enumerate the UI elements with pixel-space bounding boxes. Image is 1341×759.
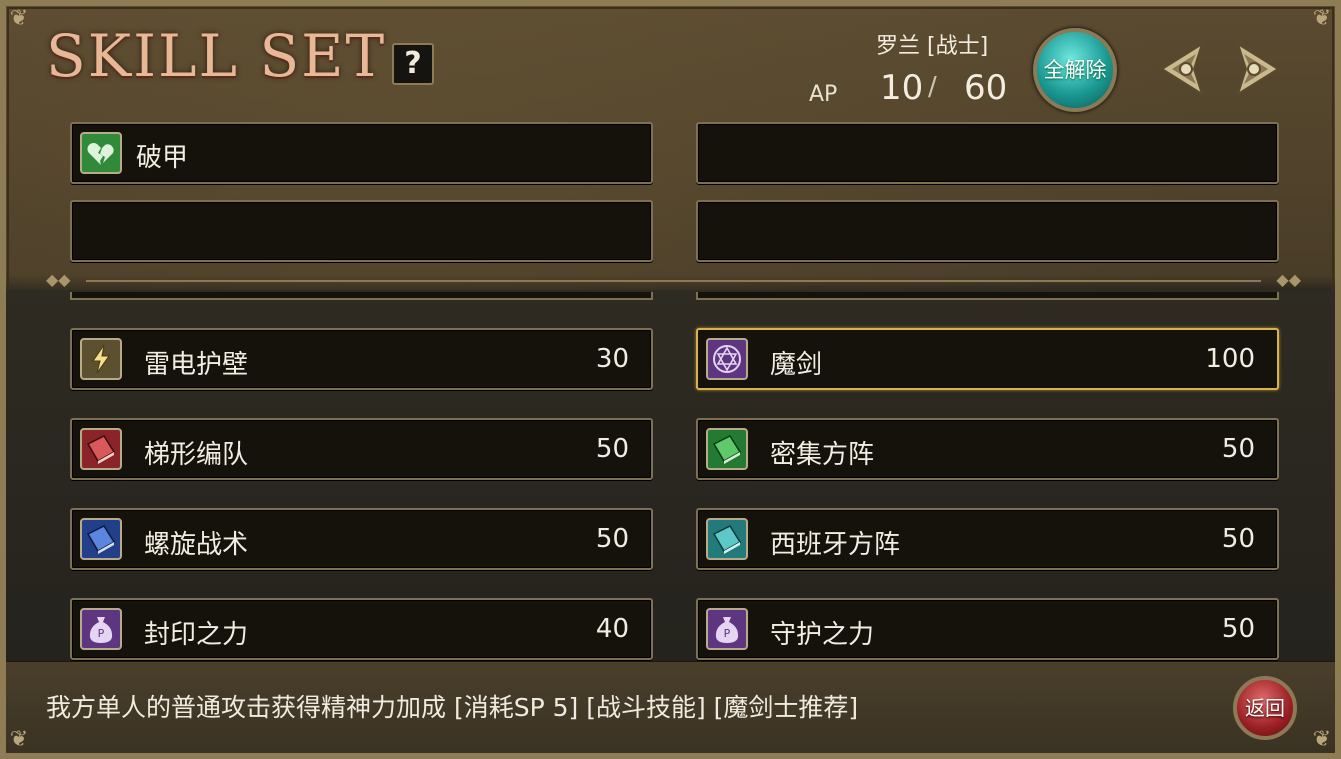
page-title: SKILL SET bbox=[46, 22, 387, 90]
skill-cost: 50 bbox=[1221, 524, 1255, 554]
list-edge bbox=[696, 292, 1279, 300]
heart-crack-icon bbox=[80, 132, 122, 174]
back-button[interactable]: 返回 bbox=[1233, 676, 1297, 740]
chevron-left-icon bbox=[1160, 41, 1204, 97]
skill-item-selected[interactable]: 魔剑 100 bbox=[696, 328, 1279, 390]
teal-book-icon bbox=[706, 518, 748, 560]
blue-book-icon bbox=[80, 518, 122, 560]
equipped-slot-4[interactable] bbox=[696, 200, 1279, 262]
skill-name: 密集方阵 bbox=[770, 440, 875, 470]
svg-text:P: P bbox=[724, 627, 731, 640]
skill-item[interactable]: P 封印之力 40 bbox=[70, 598, 653, 660]
skill-name: 梯形编队 bbox=[144, 440, 249, 470]
skill-item[interactable]: 西班牙方阵 50 bbox=[696, 508, 1279, 570]
money-bag-icon: P bbox=[706, 608, 748, 650]
ap-slash: / bbox=[928, 72, 937, 102]
corner-ornament-icon: ❦ bbox=[9, 727, 29, 752]
lightning-icon bbox=[80, 338, 122, 380]
skill-name: 守护之力 bbox=[770, 620, 875, 650]
skill-cost: 30 bbox=[595, 344, 629, 374]
skill-description: 我方单人的普通攻击获得精神力加成 [消耗SP 5] [战斗技能] [魔剑士推荐] bbox=[46, 693, 859, 722]
money-bag-icon: P bbox=[80, 608, 122, 650]
skill-name: 螺旋战术 bbox=[144, 530, 249, 560]
character-name: 罗兰 [战士] bbox=[876, 34, 989, 59]
chevron-right-icon bbox=[1236, 41, 1280, 97]
red-book-icon bbox=[80, 428, 122, 470]
skill-item[interactable]: P 守护之力 50 bbox=[696, 598, 1279, 660]
svg-text:P: P bbox=[98, 627, 105, 640]
hexagram-icon bbox=[706, 338, 748, 380]
skill-item[interactable]: 雷电护壁 30 bbox=[70, 328, 653, 390]
green-book-icon bbox=[706, 428, 748, 470]
skill-name: 雷电护壁 bbox=[144, 350, 249, 380]
next-character-button[interactable] bbox=[1232, 40, 1284, 98]
skill-cost: 50 bbox=[595, 434, 629, 464]
corner-ornament-icon: ❦ bbox=[1312, 6, 1332, 31]
skill-cost: 50 bbox=[595, 524, 629, 554]
equipped-slot-2[interactable] bbox=[696, 122, 1279, 184]
section-divider: ◆◆ ◆◆ bbox=[46, 270, 1301, 289]
equipped-skill-name: 破甲 bbox=[136, 143, 189, 173]
skill-name: 封印之力 bbox=[144, 620, 249, 650]
skill-cost: 100 bbox=[1205, 344, 1255, 374]
skill-cost: 50 bbox=[1221, 434, 1255, 464]
skill-item[interactable]: 密集方阵 50 bbox=[696, 418, 1279, 480]
skill-cost: 50 bbox=[1221, 614, 1255, 644]
skill-item[interactable]: 螺旋战术 50 bbox=[70, 508, 653, 570]
list-edge bbox=[70, 292, 653, 300]
corner-ornament-icon: ❦ bbox=[1312, 727, 1332, 752]
equipped-slot-3[interactable] bbox=[70, 200, 653, 262]
ap-current: 10 bbox=[880, 68, 924, 108]
ap-max: 60 bbox=[964, 68, 1008, 108]
corner-ornament-icon: ❦ bbox=[9, 6, 29, 31]
skill-name: 魔剑 bbox=[770, 350, 823, 380]
prev-character-button[interactable] bbox=[1156, 40, 1208, 98]
skill-cost: 40 bbox=[595, 614, 629, 644]
clear-all-button[interactable]: 全解除 bbox=[1033, 28, 1117, 112]
skill-name: 西班牙方阵 bbox=[770, 530, 901, 560]
skill-item[interactable]: 梯形编队 50 bbox=[70, 418, 653, 480]
equipped-slot-1[interactable]: 破甲 bbox=[70, 122, 653, 184]
ap-label: AP bbox=[809, 82, 838, 107]
help-button[interactable]: ? bbox=[392, 43, 434, 85]
